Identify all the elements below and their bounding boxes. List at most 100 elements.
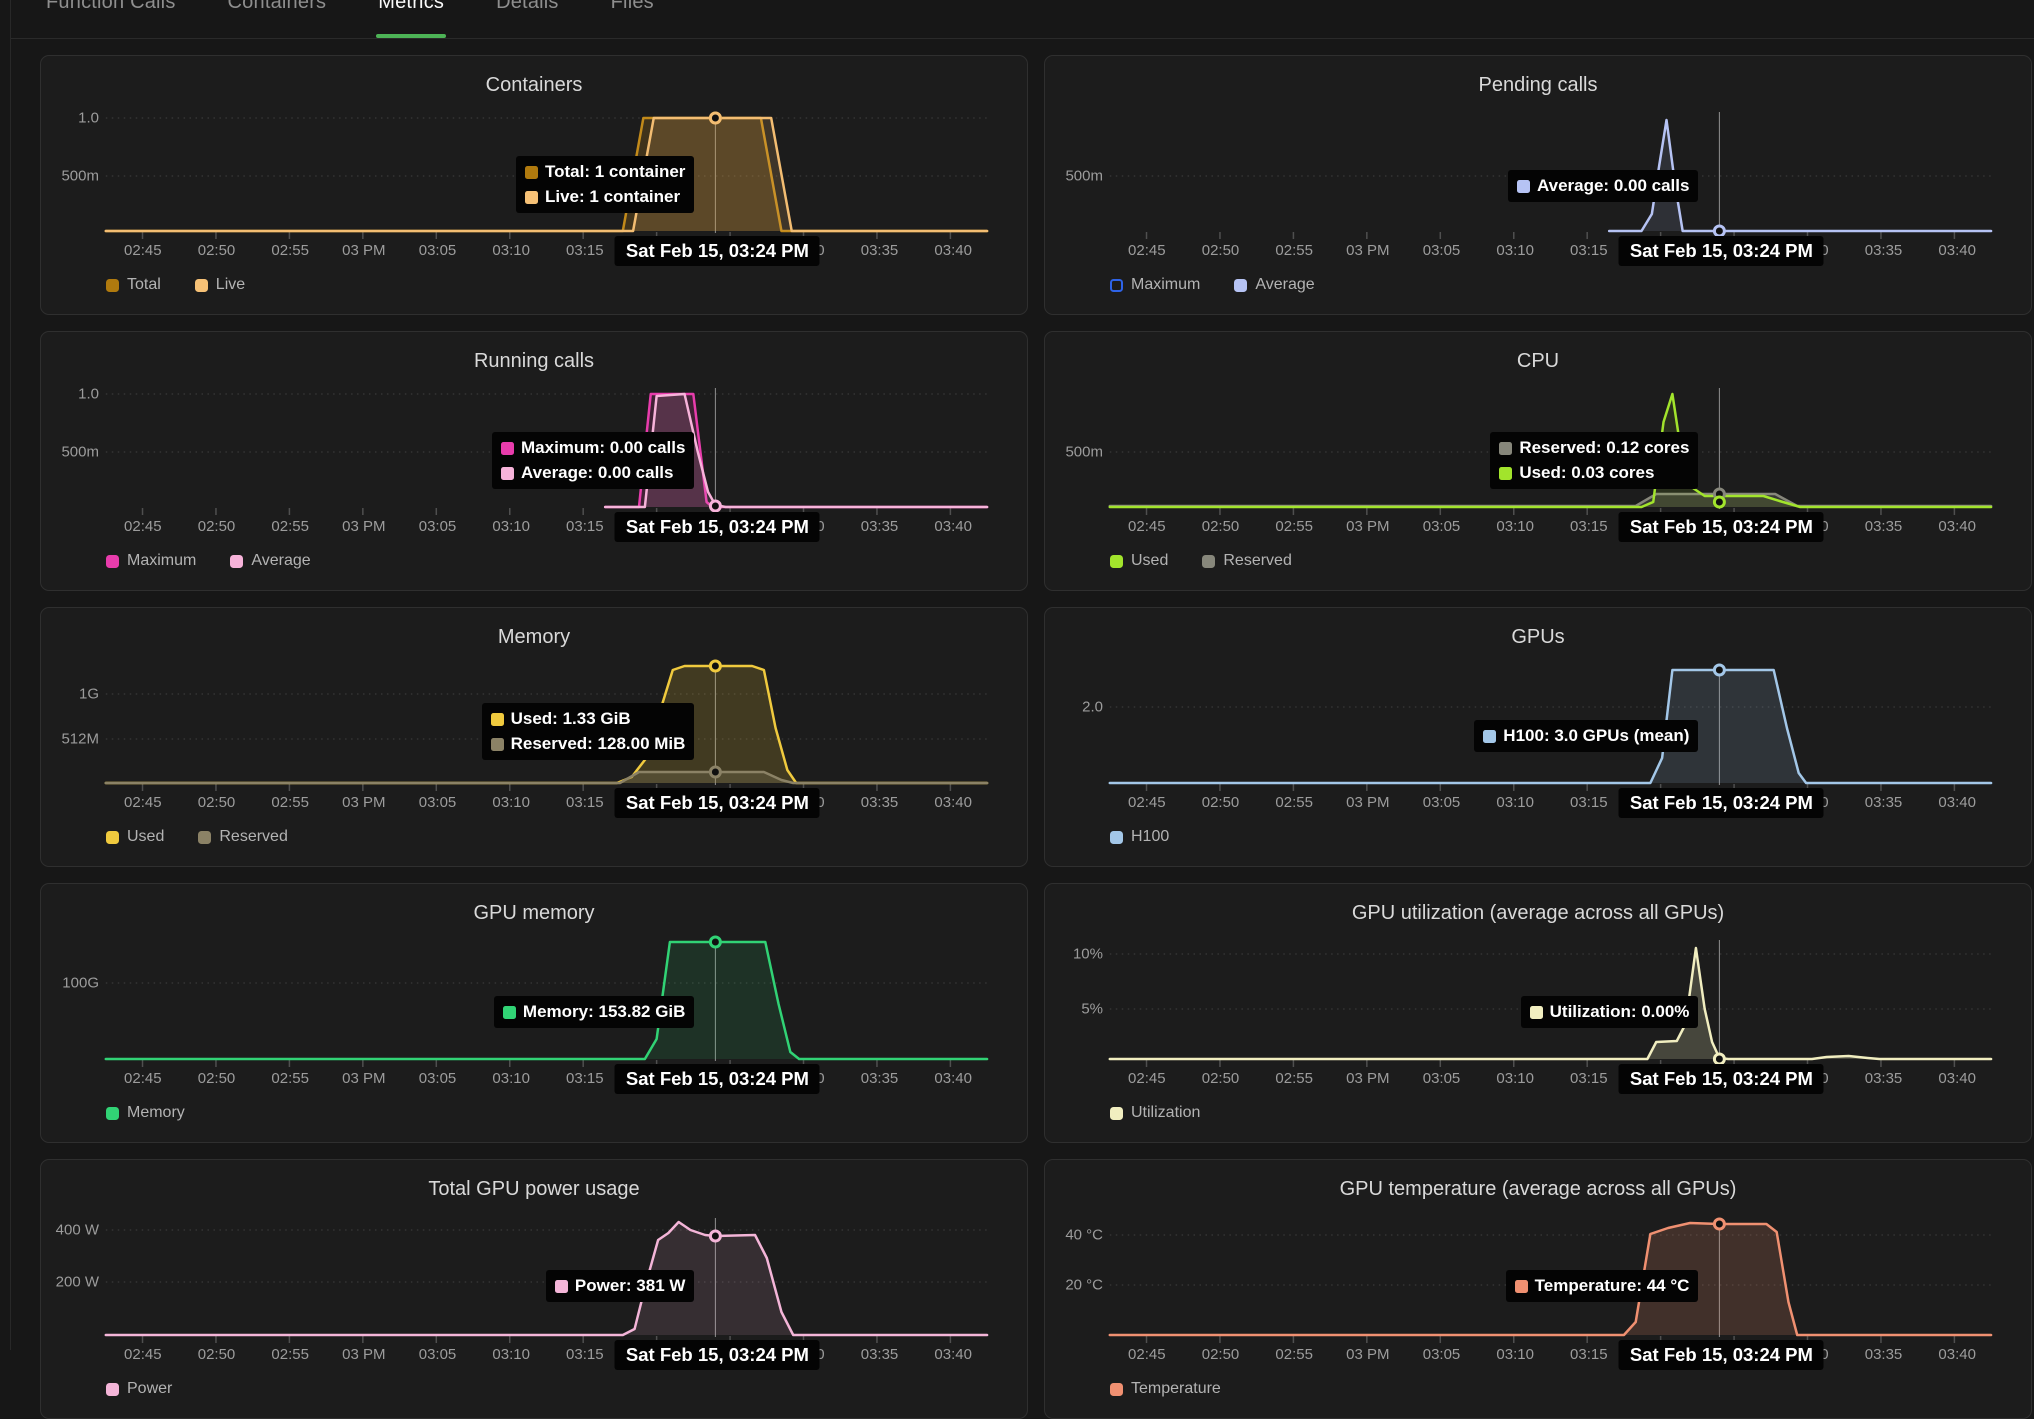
tab-function-calls[interactable]: Function Calls bbox=[46, 0, 176, 38]
cursor-marker-average bbox=[710, 501, 720, 511]
tab-label: Containers bbox=[228, 0, 327, 14]
x-axis-label: 02:45 bbox=[1128, 242, 1166, 259]
cursor-date-tooltip: Sat Feb 15, 03:24 PM bbox=[1619, 1340, 1824, 1370]
legend-label: Utilization bbox=[1131, 1104, 1200, 1122]
x-axis-label: 03:35 bbox=[1865, 1346, 1903, 1363]
legend-swatch bbox=[106, 555, 119, 568]
chart-legend: H100 bbox=[1110, 828, 1169, 846]
chart-tooltip: Memory: 153.82 GiB bbox=[494, 996, 695, 1028]
chart-tooltip: Power: 381 W bbox=[546, 1270, 695, 1302]
y-axis-label: 100G bbox=[41, 975, 99, 992]
chart-legend: Power bbox=[106, 1380, 172, 1398]
legend-swatch bbox=[106, 1383, 119, 1396]
cursor-marker-reserved bbox=[710, 767, 720, 777]
tooltip-value: Utilization: 0.00% bbox=[1550, 1002, 1690, 1022]
chart-card-running-calls: Running calls1.0500m02:4502:5002:5503 PM… bbox=[40, 331, 1028, 591]
legend-item-maximum[interactable]: Maximum bbox=[106, 552, 196, 570]
legend-item-reserved[interactable]: Reserved bbox=[198, 828, 287, 846]
x-axis-label: 02:45 bbox=[124, 242, 162, 259]
legend-swatch bbox=[106, 1107, 119, 1120]
legend-item-total[interactable]: Total bbox=[106, 276, 161, 294]
legend-item-h100[interactable]: H100 bbox=[1110, 828, 1169, 846]
chart-card-gpu-temperature: GPU temperature (average across all GPUs… bbox=[1044, 1159, 2032, 1419]
tooltip-value: Average: 0.00 calls bbox=[1537, 176, 1689, 196]
legend-swatch bbox=[1110, 1383, 1123, 1396]
tab-files[interactable]: Files bbox=[611, 0, 654, 38]
legend-item-temperature[interactable]: Temperature bbox=[1110, 1380, 1221, 1398]
legend-item-power[interactable]: Power bbox=[106, 1380, 172, 1398]
x-axis-label: 03:40 bbox=[934, 242, 972, 259]
cursor-date-tooltip: Sat Feb 15, 03:24 PM bbox=[615, 788, 820, 818]
chart-legend: Maximum Average bbox=[106, 552, 311, 570]
tooltip-value: Power: 381 W bbox=[575, 1276, 686, 1296]
legend-item-average[interactable]: Average bbox=[230, 552, 310, 570]
legend-item-reserved[interactable]: Reserved bbox=[1202, 552, 1291, 570]
legend-label: Used bbox=[127, 828, 164, 846]
x-axis-label: 02:50 bbox=[1202, 794, 1240, 811]
x-axis-label: 03:35 bbox=[1865, 1070, 1903, 1087]
y-axis-label: 200 W bbox=[41, 1274, 99, 1291]
x-axis-label: 03 PM bbox=[342, 518, 385, 535]
x-axis-label: 03:35 bbox=[861, 518, 899, 535]
cursor-date-tooltip: Sat Feb 15, 03:24 PM bbox=[1619, 1064, 1824, 1094]
chart-plot-gpu-power[interactable] bbox=[41, 1160, 1027, 1419]
x-axis-label: 02:55 bbox=[271, 1070, 309, 1087]
x-axis-label: 02:55 bbox=[271, 1346, 309, 1363]
y-axis-label: 20 °C bbox=[1045, 1277, 1103, 1294]
series-color-swatch bbox=[1499, 467, 1512, 480]
tooltip-row: H100: 3.0 GPUs (mean) bbox=[1483, 726, 1689, 746]
x-axis-label: 03:40 bbox=[934, 1346, 972, 1363]
x-axis-label: 02:50 bbox=[1202, 1346, 1240, 1363]
tab-containers[interactable]: Containers bbox=[228, 0, 327, 38]
x-axis-label: 03:05 bbox=[1423, 518, 1461, 535]
x-axis-label: 03:15 bbox=[566, 242, 604, 259]
x-axis-label: 03 PM bbox=[342, 794, 385, 811]
legend-item-utilization[interactable]: Utilization bbox=[1110, 1104, 1200, 1122]
y-axis-label: 500m bbox=[1045, 168, 1103, 185]
legend-swatch bbox=[1202, 555, 1215, 568]
x-axis-label: 02:50 bbox=[198, 518, 236, 535]
legend-item-memory[interactable]: Memory bbox=[106, 1104, 185, 1122]
tooltip-row: Used: 1.33 GiB bbox=[491, 709, 686, 729]
x-axis-label: 03:15 bbox=[1570, 1346, 1608, 1363]
legend-swatch bbox=[1110, 279, 1123, 292]
x-axis-label: 03:10 bbox=[492, 242, 530, 259]
x-axis-label: 03:15 bbox=[1570, 518, 1608, 535]
legend-item-live[interactable]: Live bbox=[195, 276, 245, 294]
x-axis-label: 02:55 bbox=[1275, 1070, 1313, 1087]
x-axis-label: 03:35 bbox=[1865, 242, 1903, 259]
tab-details[interactable]: Details bbox=[496, 0, 559, 38]
cursor-date-tooltip: Sat Feb 15, 03:24 PM bbox=[1619, 236, 1824, 266]
legend-swatch bbox=[198, 831, 211, 844]
chart-tooltip: Temperature: 44 °C bbox=[1506, 1270, 1699, 1302]
legend-label: Reserved bbox=[219, 828, 287, 846]
x-axis-label: 02:55 bbox=[1275, 1346, 1313, 1363]
legend-label: Average bbox=[251, 552, 310, 570]
charts-grid: Containers1.0500m02:4502:5002:5503 PM03:… bbox=[40, 55, 2032, 1419]
x-axis-label: 03:10 bbox=[1496, 242, 1534, 259]
series-color-swatch bbox=[491, 738, 504, 751]
legend-item-used[interactable]: Used bbox=[1110, 552, 1168, 570]
chart-card-gpu-power: Total GPU power usage400 W200 W02:4502:5… bbox=[40, 1159, 1028, 1419]
x-axis-label: 02:55 bbox=[1275, 518, 1313, 535]
legend-item-used[interactable]: Used bbox=[106, 828, 164, 846]
tooltip-row: Live: 1 container bbox=[525, 187, 685, 207]
tab-metrics[interactable]: Metrics bbox=[378, 0, 444, 38]
tooltip-value: Memory: 153.82 GiB bbox=[523, 1002, 686, 1022]
legend-item-maximum[interactable]: Maximum bbox=[1110, 276, 1200, 294]
series-color-swatch bbox=[525, 166, 538, 179]
tooltip-row: Temperature: 44 °C bbox=[1515, 1276, 1690, 1296]
y-axis-label: 500m bbox=[41, 168, 99, 185]
x-axis-label: 02:50 bbox=[1202, 1070, 1240, 1087]
tooltip-value: Used: 1.33 GiB bbox=[511, 709, 631, 729]
x-axis-label: 03:40 bbox=[1938, 518, 1976, 535]
chart-card-memory: Memory1G512M02:4502:5002:5503 PM03:0503:… bbox=[40, 607, 1028, 867]
legend-item-average[interactable]: Average bbox=[1234, 276, 1314, 294]
series-color-swatch bbox=[1499, 442, 1512, 455]
x-axis-label: 02:45 bbox=[1128, 794, 1166, 811]
x-axis-label: 03:40 bbox=[1938, 794, 1976, 811]
chart-tooltip: Total: 1 containerLive: 1 container bbox=[516, 156, 694, 213]
series-color-swatch bbox=[1530, 1006, 1543, 1019]
legend-label: Total bbox=[127, 276, 161, 294]
tooltip-value: Live: 1 container bbox=[545, 187, 680, 207]
